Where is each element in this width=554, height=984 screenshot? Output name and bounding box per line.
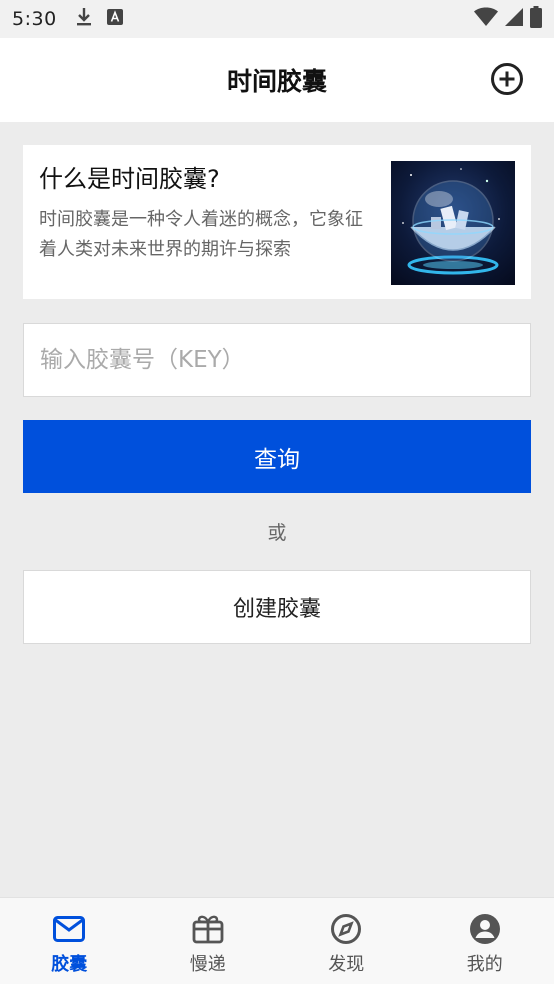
key-input[interactable] xyxy=(24,324,530,396)
intro-body: 时间胶囊是一种令人着迷的概念，它象征着人类对未来世界的期许与探索 xyxy=(39,209,363,260)
status-time: 5:30 xyxy=(12,8,57,30)
intro-card[interactable]: 什么是时间胶囊? 时间胶囊是一种令人着迷的概念，它象征着人类对未来世界的期许与探… xyxy=(23,145,531,299)
signal-icon xyxy=(504,7,524,31)
user-icon xyxy=(468,912,502,946)
plus-circle-icon xyxy=(490,62,524,100)
wifi-icon xyxy=(474,7,498,31)
nav-item-discover[interactable]: 发现 xyxy=(277,898,416,984)
app-screen: 5:30 时间胶囊 什么是时间胶囊? 时间胶囊是一种令人着迷的概念，它象征着人类… xyxy=(0,0,554,984)
app-header: 时间胶囊 xyxy=(0,38,554,122)
crystal-capsule-image xyxy=(391,161,515,285)
gift-box-icon xyxy=(191,912,225,946)
nav-item-slow-mail[interactable]: 慢递 xyxy=(139,898,278,984)
query-button[interactable]: 查询 xyxy=(23,420,531,493)
key-input-container xyxy=(23,323,531,397)
intro-text: 什么是时间胶囊? 时间胶囊是一种令人着迷的概念，它象征着人类对未来世界的期许与探… xyxy=(39,163,379,293)
add-capsule-button[interactable] xyxy=(490,62,524,100)
nav-item-capsule[interactable]: 胶囊 xyxy=(0,898,139,984)
nav-item-profile[interactable]: 我的 xyxy=(416,898,554,984)
nav-label-profile: 我的 xyxy=(466,954,503,975)
a-notification-icon xyxy=(106,9,123,29)
intro-title: 什么是时间胶囊? xyxy=(39,165,220,193)
status-system-icons xyxy=(474,6,542,32)
compass-icon xyxy=(329,912,363,946)
bottom-nav: 胶囊 慢递 发现 我的 xyxy=(0,897,554,984)
nav-label-discover: 发现 xyxy=(328,954,365,975)
nav-label-capsule: 胶囊 xyxy=(51,954,88,975)
create-capsule-button[interactable]: 创建胶囊 xyxy=(23,570,531,644)
download-icon xyxy=(75,7,93,31)
status-notification-icons xyxy=(75,7,123,31)
mail-icon xyxy=(52,912,86,946)
nav-label-slow-mail: 慢递 xyxy=(189,954,226,975)
page-title: 时间胶囊 xyxy=(226,67,327,96)
status-bar: 5:30 xyxy=(0,0,554,38)
battery-icon xyxy=(530,6,542,32)
or-divider-text: 或 xyxy=(267,522,287,544)
